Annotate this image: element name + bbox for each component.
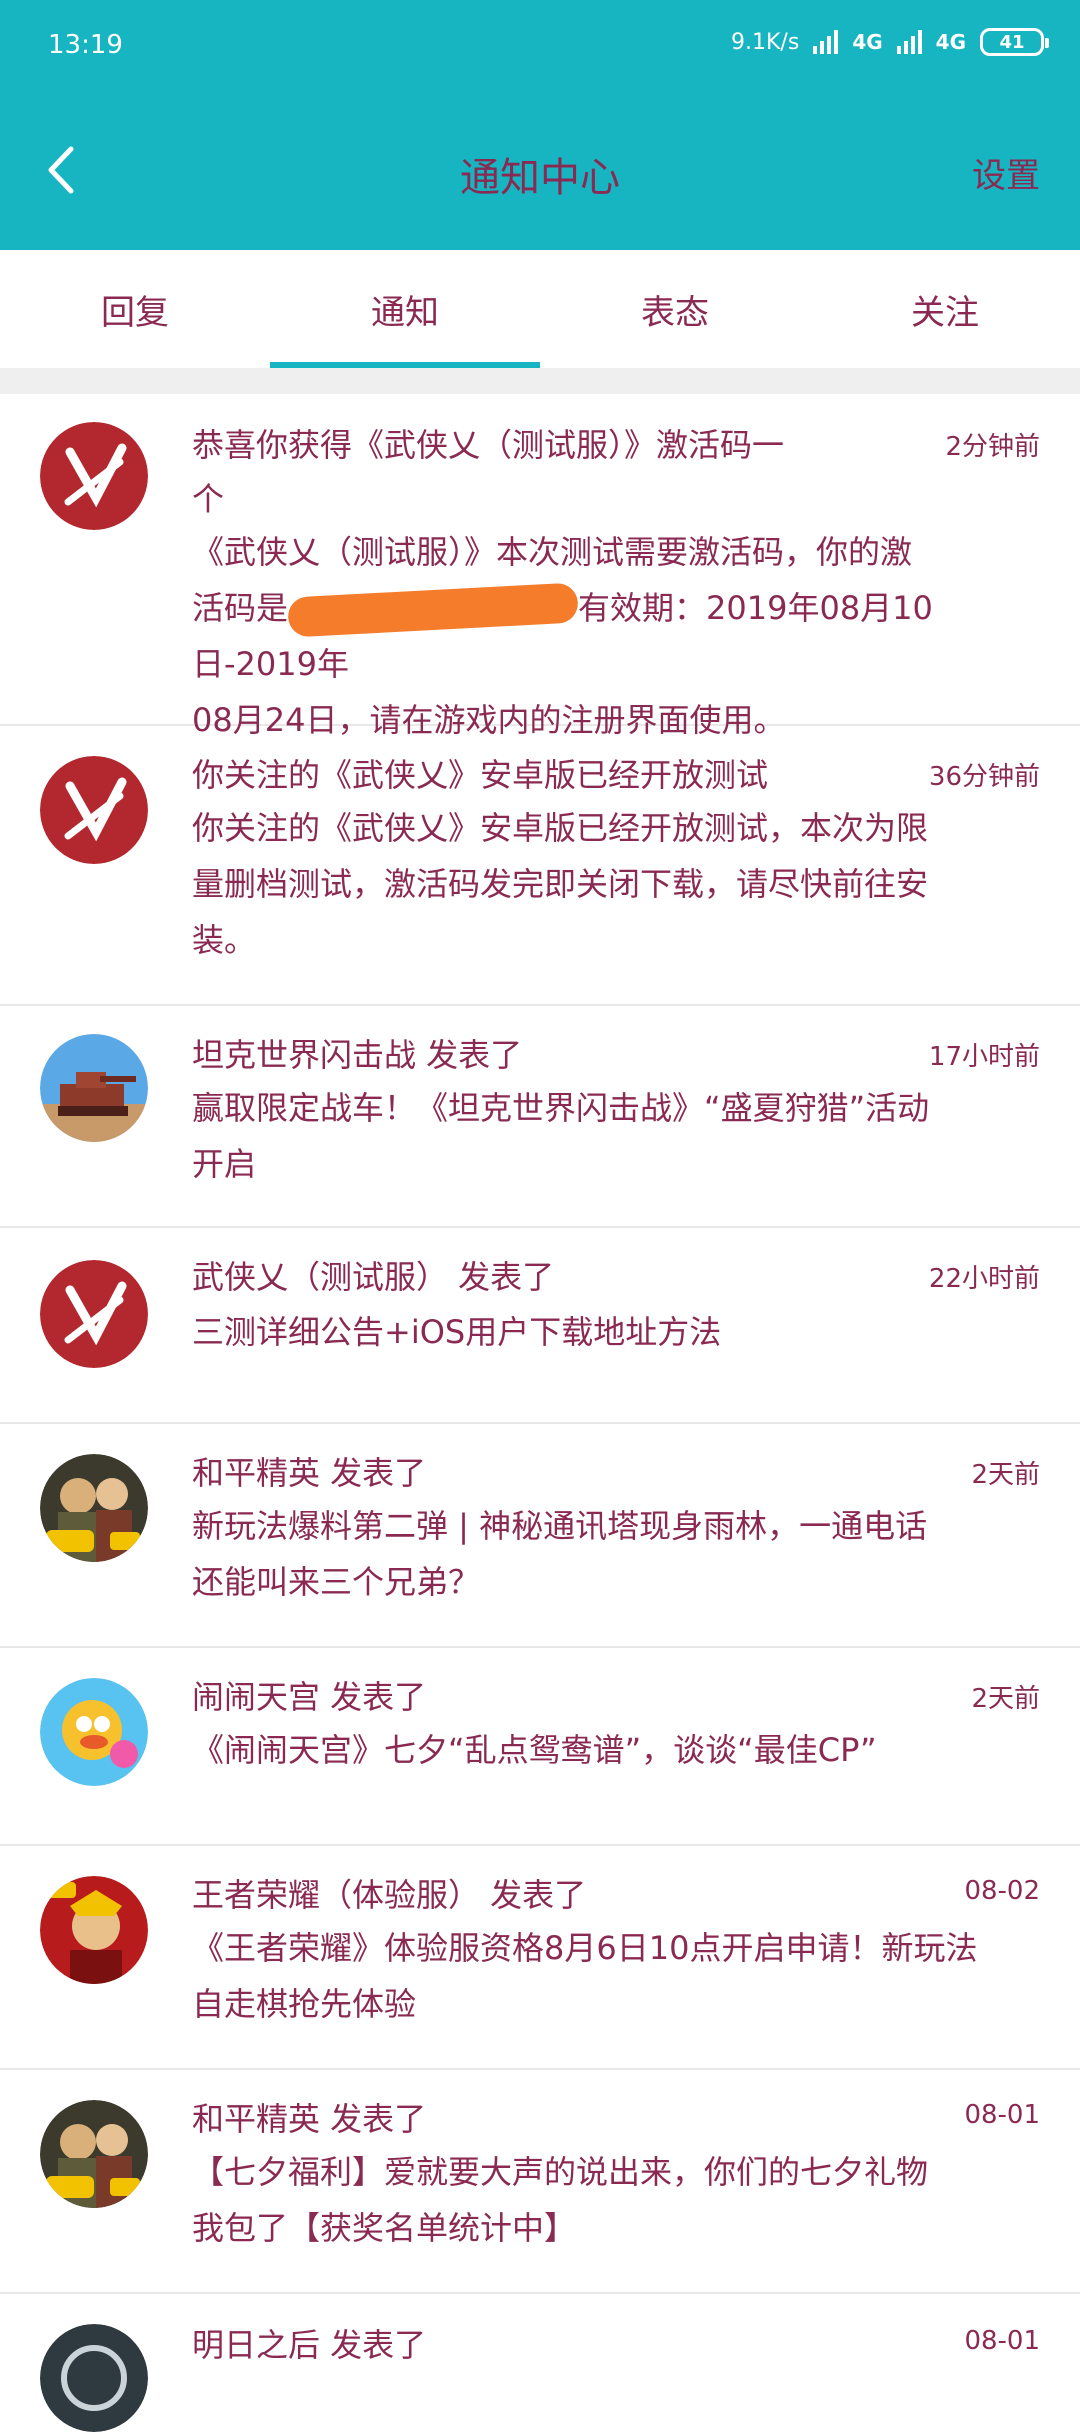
notification-title: 武侠乂（测试服） 发表了: [192, 1258, 555, 1296]
body-line: 新玩法爆料第二弹 | 神秘通讯塔现身雨林，一通电话: [192, 1507, 928, 1545]
notification-item[interactable]: 坦克世界闪击战 发表了 17小时前 赢取限定战车！《坦克世界闪击战》“盛夏狩猎”…: [0, 1006, 1080, 1228]
notification-body: 【七夕福利】爱就要大声的说出来，你们的七夕礼物 我包了【获奖名单统计中】: [192, 2144, 1040, 2256]
network-type-2: 4G: [935, 30, 966, 54]
body-line: 《王者荣耀》体验服资格8月6日10点开启申请！新玩法: [192, 1929, 978, 1967]
notification-title: 坦克世界闪击战 发表了: [192, 1036, 523, 1074]
notification-body: 《武侠乂（测试服）》本次测试需要激活码，你的激 活码是 有效期：2019年08月1…: [192, 524, 1040, 748]
avatar: [40, 2324, 148, 2432]
body-line: 还能叫来三个兄弟？: [192, 1563, 481, 1601]
redacted-code: [287, 582, 579, 638]
notification-title: 王者荣耀（体验服） 发表了: [192, 1876, 587, 1914]
status-bar: 13:19 9.1K/s 4G 4G 41: [0, 0, 1080, 95]
notification-item[interactable]: 你关注的《武侠乂》安卓版已经开放测试 36分钟前 你关注的《武侠乂》安卓版已经开…: [0, 726, 1080, 1006]
honor-of-kings-icon: [40, 1876, 148, 1984]
notification-title: 恭喜你获得《武侠乂（测试服）》激活码一 个: [192, 420, 784, 520]
notification-time: 08-02: [964, 1876, 1040, 1906]
avatar: [40, 2100, 148, 2208]
body-line: 赢取限定战车！《坦克世界闪击战》“盛夏狩猎”活动: [192, 1089, 930, 1127]
notification-item[interactable]: 武侠乂（测试服） 发表了 22小时前 三测详细公告+iOS用户下载地址方法: [0, 1228, 1080, 1424]
network-type-1: 4G: [852, 30, 883, 54]
notification-title: 明日之后 发表了: [192, 2326, 427, 2364]
section-divider: [0, 368, 1080, 394]
notification-body: 新玩法爆料第二弹 | 神秘通讯塔现身雨林，一通电话 还能叫来三个兄弟？: [192, 1498, 1040, 1610]
notification-time: 36分钟前: [928, 762, 1040, 792]
avatar: [40, 1876, 148, 1984]
status-time: 13:19: [48, 30, 123, 60]
notification-item[interactable]: 王者荣耀（体验服） 发表了 08-02 《王者荣耀》体验服资格8月6日10点开启…: [0, 1846, 1080, 2070]
body-line: 【七夕福利】爱就要大声的说出来，你们的七夕礼物: [192, 2153, 929, 2191]
body-line: 你关注的《武侠乂》安卓版已经开放测试，本次为限: [192, 809, 929, 847]
notification-item[interactable]: 明日之后 发表了 08-01: [0, 2294, 1080, 2432]
notification-body: 三测详细公告+iOS用户下载地址方法: [192, 1304, 1040, 1360]
avatar: [40, 1454, 148, 1562]
notification-time: 22小时前: [928, 1264, 1040, 1294]
tab-replies[interactable]: 回复: [0, 250, 270, 368]
avatar: [40, 756, 148, 864]
body-line: 《闹闹天宫》七夕“乱点鸳鸯谱”，谈谈“最佳CP”: [192, 1731, 877, 1769]
notification-body: 赢取限定战车！《坦克世界闪击战》“盛夏狩猎”活动 开启: [192, 1080, 1040, 1192]
tab-reactions[interactable]: 表态: [540, 250, 810, 368]
body-line-prefix: 活码是: [192, 589, 289, 627]
notification-body: 《闹闹天宫》七夕“乱点鸳鸯谱”，谈谈“最佳CP”: [192, 1722, 1040, 1778]
signal-icon-2: [896, 30, 922, 54]
avatar: [40, 422, 148, 530]
notification-item[interactable]: 和平精英 发表了 2天前 新玩法爆料第二弹 | 神秘通讯塔现身雨林，一通电话 还…: [0, 1424, 1080, 1648]
status-indicators: 9.1K/s 4G 4G 41: [731, 28, 1049, 56]
page-title: 通知中心: [460, 155, 620, 201]
tab-notifications[interactable]: 通知: [270, 250, 540, 368]
body-line: 量删档测试，激活码发完即关闭下载，请尽快前往安: [192, 865, 929, 903]
notification-body: 你关注的《武侠乂》安卓版已经开放测试，本次为限 量删档测试，激活码发完即关闭下载…: [192, 800, 1040, 968]
notification-title: 你关注的《武侠乂》安卓版已经开放测试: [192, 756, 769, 794]
notification-title-line1: 恭喜你获得《武侠乂（测试服）》激活码一: [192, 426, 785, 464]
wuxia-logo-icon: [40, 422, 148, 530]
avatar: [40, 1034, 148, 1142]
notification-title: 和平精英 发表了: [192, 1454, 427, 1492]
wuxia-logo-icon: [40, 1260, 148, 1368]
notification-time: 2分钟前: [945, 432, 1040, 462]
notification-item[interactable]: 和平精英 发表了 08-01 【七夕福利】爱就要大声的说出来，你们的七夕礼物 我…: [0, 2070, 1080, 2294]
body-line: 我包了【获奖名单统计中】: [192, 2209, 577, 2247]
tab-bar: 回复 通知 表态 关注: [0, 250, 1080, 368]
battery-icon: 41: [980, 28, 1049, 56]
notification-title-line2: 个: [192, 480, 225, 518]
body-line: 三测详细公告+iOS用户下载地址方法: [192, 1313, 722, 1351]
notification-time: 2天前: [971, 1460, 1040, 1490]
peace-elite-icon: [40, 1454, 148, 1562]
notification-time: 17小时前: [928, 1042, 1040, 1072]
tomorrow-game-icon: [40, 2324, 148, 2432]
network-speed: 9.1K/s: [731, 29, 800, 55]
battery-level: 41: [999, 31, 1025, 53]
signal-icon: [813, 30, 839, 54]
body-line: 开启: [192, 1145, 257, 1183]
naonao-game-icon: [40, 1678, 148, 1786]
notification-title: 闹闹天宫 发表了: [192, 1678, 427, 1716]
notification-time: 08-01: [964, 2100, 1040, 2130]
body-line: 装。: [192, 921, 257, 959]
notification-time: 08-01: [964, 2326, 1040, 2356]
notification-item[interactable]: 恭喜你获得《武侠乂（测试服）》激活码一 个 2分钟前 《武侠乂（测试服）》本次测…: [0, 394, 1080, 739]
peace-elite-icon: [40, 2100, 148, 2208]
body-line: 自走棋抢先体验: [192, 1985, 417, 2023]
avatar: [40, 1260, 148, 1368]
notification-body: 《王者荣耀》体验服资格8月6日10点开启申请！新玩法 自走棋抢先体验: [192, 1920, 1040, 2032]
app-header: 13:19 9.1K/s 4G 4G 41 通知中心 设置: [0, 0, 1080, 250]
wuxia-logo-icon: [40, 756, 148, 864]
settings-button[interactable]: 设置: [972, 148, 1040, 197]
notification-item[interactable]: 闹闹天宫 发表了 2天前 《闹闹天宫》七夕“乱点鸳鸯谱”，谈谈“最佳CP”: [0, 1648, 1080, 1846]
notification-list: 恭喜你获得《武侠乂（测试服）》激活码一 个 2分钟前 《武侠乂（测试服）》本次测…: [0, 394, 1080, 2432]
tank-game-icon: [40, 1034, 148, 1142]
notification-time: 2天前: [971, 1684, 1040, 1714]
body-line: 《武侠乂（测试服）》本次测试需要激活码，你的激: [192, 533, 913, 571]
body-line: 活码是 有效期：2019年08月10日-2019年: [192, 580, 1040, 692]
notification-title: 和平精英 发表了: [192, 2100, 427, 2138]
avatar: [40, 1678, 148, 1786]
tab-follows[interactable]: 关注: [810, 250, 1080, 368]
